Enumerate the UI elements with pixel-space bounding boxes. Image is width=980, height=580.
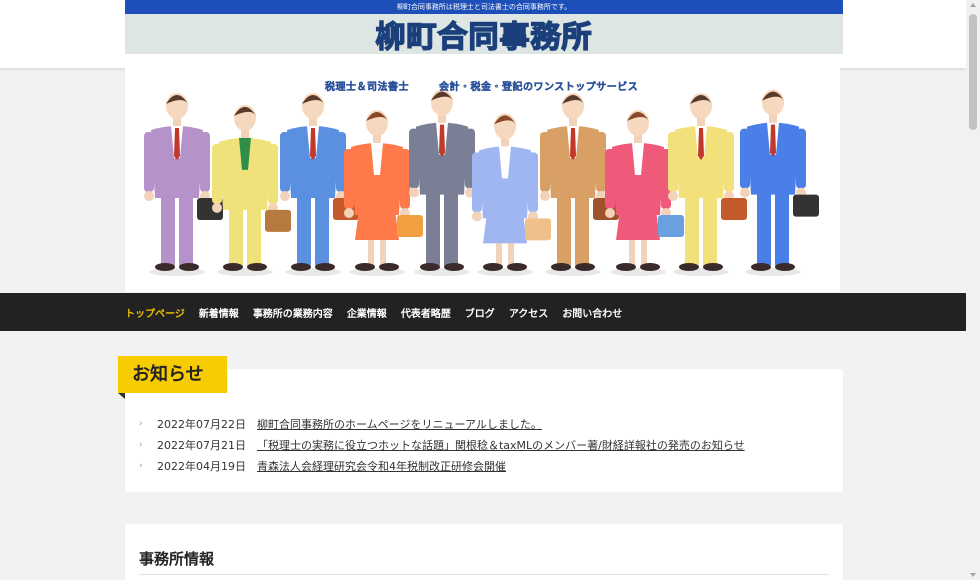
site-header: 柳町合同事務所は税理士と司法書士の合同事務所です。 柳町合同事務所 [0,0,966,68]
news-badge-fold [118,393,125,399]
news-heading: お知らせ [118,356,227,393]
news-link[interactable]: 青森法人会経理研究会令和4年税制改正研修会開催 [257,458,506,474]
hero-caption-left: 税理士＆司法書士 [325,82,409,93]
hero-caption: 税理士＆司法書士 会計・税金・登記のワンストップサービス [325,78,638,93]
news-date: 2022年07月21日 [157,438,246,452]
news-date: 2022年07月22日 [157,417,246,431]
news-list: › 2022年07月22日 柳町合同事務所のホームページをリニューアルしました。… [139,413,745,476]
nav-item-news[interactable]: 新着情報 [199,305,239,320]
main-navigation: トップページ 新着情報 事務所の業務内容 企業情報 代表者略歴 ブログ アクセス… [0,293,966,331]
chevron-right-icon: › [139,418,143,429]
news-link[interactable]: 「税理士の実務に役立つホットな話題」関根稔＆taxMLのメンバー著/財経詳報社の… [257,437,745,453]
scroll-up-arrow-icon[interactable] [970,3,976,7]
nav-item-access[interactable]: アクセス [509,305,549,320]
nav-item-profile[interactable]: 代表者略歴 [401,305,451,320]
nav-item-company[interactable]: 企業情報 [347,305,387,320]
business-people-illustration-icon [144,89,819,276]
news-list-item: › 2022年07月22日 柳町合同事務所のホームページをリニューアルしました。 [139,413,745,434]
nav-item-top[interactable]: トップページ [125,305,185,320]
hero-caption-right: 会計・税金・登記のワンストップサービス [439,82,639,93]
news-link[interactable]: 柳町合同事務所のホームページをリニューアルしました。 [257,416,542,432]
office-info-heading: 事務所情報 [139,550,215,568]
site-logo-band[interactable]: 柳町合同事務所 [125,12,843,56]
nav-item-contact[interactable]: お問い合わせ [562,305,622,320]
nav-item-blog[interactable]: ブログ [465,305,495,320]
divider [139,574,829,575]
page-scrollbar[interactable] [966,0,980,580]
nav-item-services[interactable]: 事務所の業務内容 [253,305,333,320]
chevron-right-icon: › [139,439,143,450]
site-logo[interactable]: 柳町合同事務所 [375,12,593,56]
news-list-item: › 2022年07月21日 「税理士の実務に役立つホットな話題」関根稔＆taxM… [139,434,745,455]
chevron-right-icon: › [139,460,143,471]
news-date: 2022年04月19日 [157,459,246,473]
scroll-thumb[interactable] [969,14,977,130]
news-list-item: › 2022年04月19日 青森法人会経理研究会令和4年税制改正研修会開催 [139,455,745,476]
news-section: お知らせ › 2022年07月22日 柳町合同事務所のホームページをリニューアル… [118,356,843,492]
office-info-section: 事務所情報 [125,524,843,580]
scroll-down-arrow-icon[interactable] [970,573,976,577]
hero-banner: 税理士＆司法書士 会計・税金・登記のワンストップサービス [125,68,840,292]
